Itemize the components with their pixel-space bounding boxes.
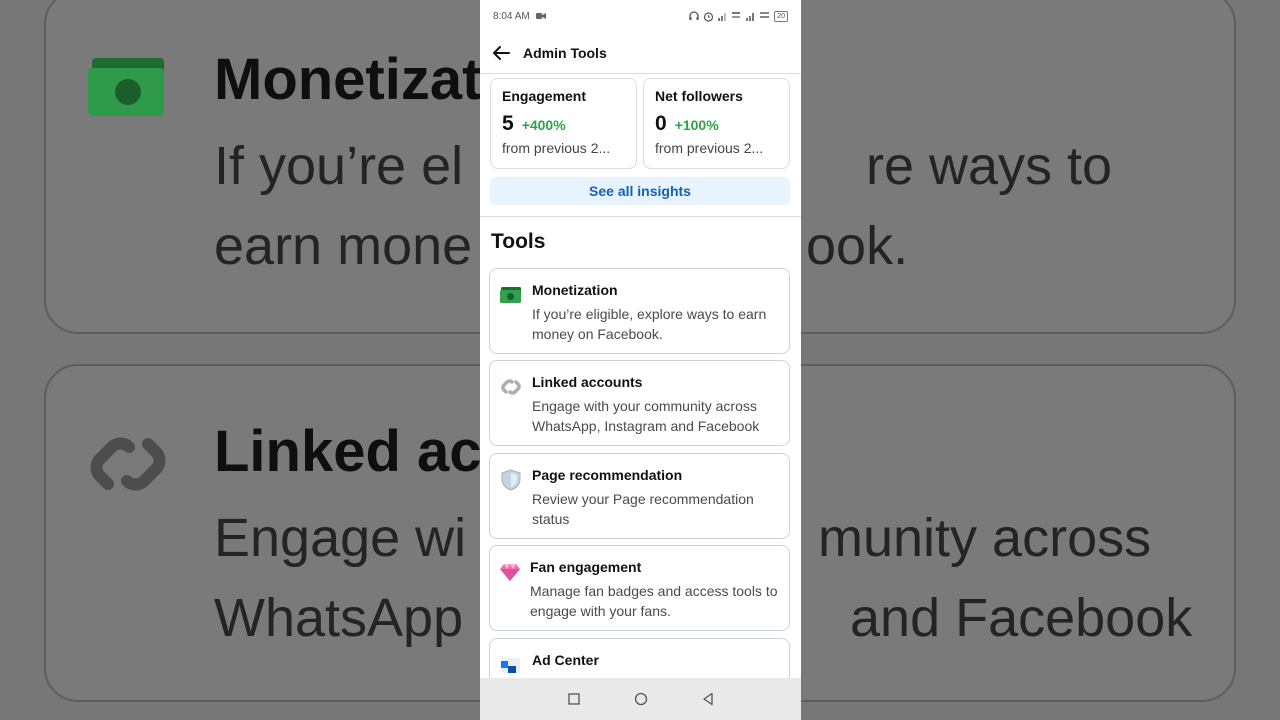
app-bar: Admin Tools bbox=[480, 32, 801, 74]
tool-name: Page recommendation bbox=[532, 467, 683, 483]
divider bbox=[480, 216, 801, 217]
background-title: Linked acc bbox=[214, 419, 514, 484]
page-title: Admin Tools bbox=[523, 44, 607, 61]
tools-heading: Tools bbox=[491, 230, 546, 253]
see-all-insights-button[interactable]: See all insights bbox=[490, 177, 790, 205]
home-button[interactable] bbox=[630, 688, 652, 710]
stat-label: Engagement bbox=[502, 88, 587, 104]
stat-change: +100% bbox=[674, 117, 719, 133]
network-4g-icon bbox=[732, 12, 741, 18]
tool-description: If you’re eligible, explore ways to earn… bbox=[532, 306, 767, 342]
background-desc-right: re ways to ook. bbox=[806, 136, 1113, 276]
status-bar: 8:04 AM 20 bbox=[480, 0, 801, 32]
battery-icon: 20 bbox=[774, 10, 788, 22]
video-record-icon bbox=[535, 13, 546, 19]
stat-value: 5 bbox=[502, 112, 514, 135]
stat-subtitle: from previous 2... bbox=[655, 140, 764, 156]
diamond-icon bbox=[500, 564, 520, 581]
tool-item-page-recommendation[interactable]: Page recommendation Review your Page rec… bbox=[489, 453, 790, 539]
tool-name: Fan engagement bbox=[530, 559, 642, 575]
tool-item-fan-engagement[interactable]: Fan engagement Manage fan badges and acc… bbox=[489, 545, 790, 631]
money-icon bbox=[88, 58, 164, 116]
back-arrow-icon[interactable] bbox=[491, 42, 513, 64]
tool-name: Ad Center bbox=[532, 652, 599, 668]
phone-screen: 8:04 AM 20 Admin Tools Engagement 5 +400… bbox=[480, 0, 801, 720]
tool-name: Monetization bbox=[532, 282, 618, 298]
tool-item-monetization[interactable]: Monetization If you’re eligible, explore… bbox=[489, 268, 790, 354]
stat-card-net-followers[interactable]: Net followers 0 +100% from previous 2... bbox=[643, 78, 790, 169]
recent-apps-button[interactable] bbox=[563, 688, 585, 710]
background-desc-right: munity across and Facebook bbox=[818, 508, 1193, 648]
link-icon bbox=[90, 437, 166, 491]
main-content[interactable]: Engagement 5 +400% from previous 2... Ne… bbox=[480, 74, 801, 678]
background-desc: If you’re el earn mone bbox=[214, 136, 473, 276]
stat-card-engagement[interactable]: Engagement 5 +400% from previous 2... bbox=[490, 78, 637, 169]
tool-description: Engage with your community across WhatsA… bbox=[532, 398, 760, 434]
stat-subtitle: from previous 2... bbox=[502, 140, 611, 156]
status-icons: 20 bbox=[689, 10, 788, 22]
ad-center-icon bbox=[501, 658, 520, 673]
background-title: Monetizat bbox=[214, 47, 482, 112]
link-icon bbox=[501, 379, 521, 395]
stat-change: +400% bbox=[521, 117, 566, 133]
tool-description: Manage fan badges and access tools to en… bbox=[530, 583, 778, 619]
tool-description: Review your Page recommendation status bbox=[532, 491, 754, 527]
tool-item-linked-accounts[interactable]: Linked accounts Engage with your communi… bbox=[489, 360, 790, 446]
wifi-speed-icon bbox=[760, 12, 770, 18]
signal-icon-2 bbox=[746, 13, 755, 21]
headphones-icon bbox=[689, 11, 699, 20]
stat-value: 0 bbox=[655, 112, 667, 135]
signal-icon bbox=[718, 13, 727, 21]
stat-label: Net followers bbox=[655, 88, 743, 104]
insights-stats: Engagement 5 +400% from previous 2... Ne… bbox=[490, 78, 790, 169]
tool-item-ad-center[interactable]: Ad Center bbox=[489, 638, 790, 678]
system-nav-bar bbox=[480, 678, 801, 720]
back-button[interactable] bbox=[697, 688, 719, 710]
background-desc: Engage wi WhatsApp bbox=[214, 508, 467, 648]
status-time: 8:04 AM bbox=[493, 10, 530, 22]
money-icon bbox=[500, 287, 521, 303]
alarm-icon bbox=[704, 11, 714, 22]
shield-icon bbox=[501, 469, 521, 491]
tool-name: Linked accounts bbox=[532, 374, 643, 390]
